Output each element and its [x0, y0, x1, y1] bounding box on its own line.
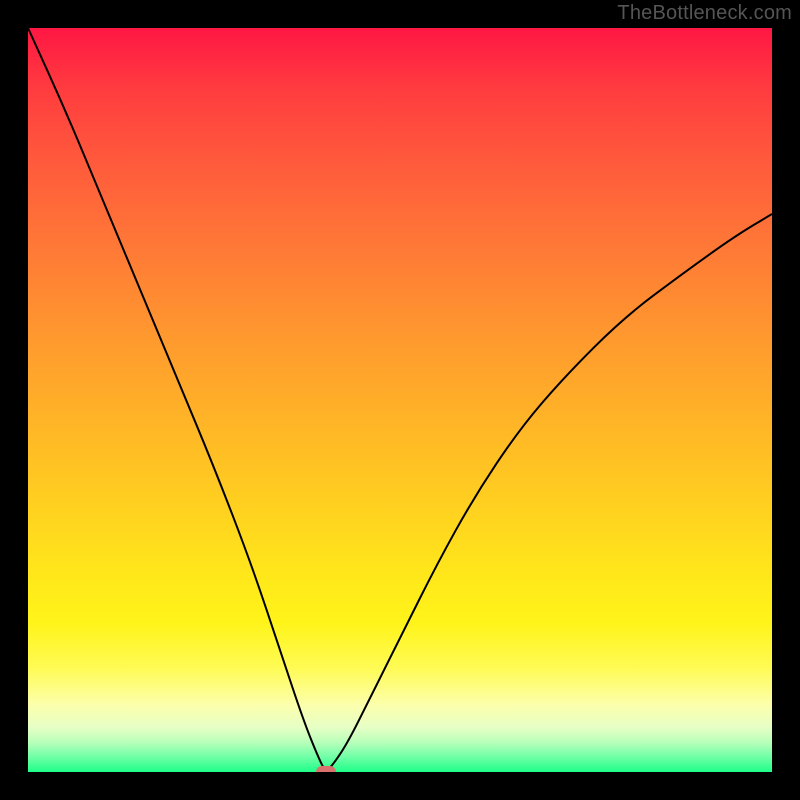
plot-area — [28, 28, 772, 772]
watermark-text: TheBottleneck.com — [617, 2, 792, 25]
bottleneck-curve-path — [28, 28, 772, 770]
curve-svg — [28, 28, 772, 772]
minimum-marker — [316, 766, 336, 772]
chart-frame: TheBottleneck.com — [0, 0, 800, 800]
